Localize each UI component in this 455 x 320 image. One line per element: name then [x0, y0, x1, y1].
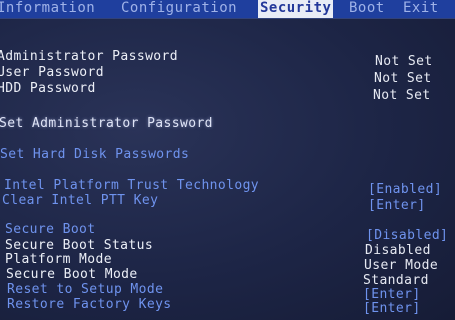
secure-boot-mode-label: Secure Boot Mode	[6, 267, 138, 282]
menu-bar: Information Configuration Security Boot …	[0, 0, 455, 19]
user-password-label: User Password	[0, 65, 104, 80]
set-admin-password-item[interactable]: Set Administrator Password	[0, 116, 213, 131]
intel-ptt-value[interactable]: [Enabled]	[368, 182, 442, 197]
tab-security[interactable]: Security	[258, 0, 334, 18]
tab-configuration[interactable]: Configuration	[121, 0, 237, 18]
secure-boot-mode-value: Standard	[363, 273, 429, 288]
tab-boot[interactable]: Boot	[349, 0, 385, 18]
platform-mode-value: User Mode	[364, 258, 439, 273]
intel-ptt-label[interactable]: Intel Platform Trust Technology	[4, 178, 259, 193]
hdd-password-value: Not Set	[373, 88, 431, 103]
set-hdd-passwords-item[interactable]: Set Hard Disk Passwords	[0, 147, 189, 162]
restore-factory-keys-value[interactable]: [Enter]	[363, 301, 421, 316]
platform-mode-label: Platform Mode	[5, 252, 112, 267]
admin-password-value: Not Set	[375, 54, 433, 69]
secure-boot-value[interactable]: [Disabled]	[366, 228, 448, 243]
hdd-password-label: HDD Password	[0, 81, 96, 96]
user-password-value: Not Set	[374, 71, 432, 86]
reset-setup-mode-label[interactable]: Reset to Setup Mode	[7, 282, 163, 297]
tab-exit[interactable]: Exit	[403, 0, 439, 18]
reset-setup-mode-value[interactable]: [Enter]	[363, 287, 421, 302]
bios-screen: Information Configuration Security Boot …	[0, 0, 455, 320]
tab-information[interactable]: Information	[0, 0, 95, 18]
secure-boot-status-label: Secure Boot Status	[5, 238, 154, 253]
clear-ptt-key-value[interactable]: [Enter]	[368, 198, 426, 213]
secure-boot-status-value: Disabled	[365, 243, 431, 258]
admin-password-label: Administrator Password	[0, 49, 178, 64]
secure-boot-label[interactable]: Secure Boot	[5, 222, 96, 237]
menu-divider	[0, 18, 455, 19]
restore-factory-keys-label[interactable]: Restore Factory Keys	[7, 297, 172, 312]
clear-ptt-key-label[interactable]: Clear Intel PTT Key	[2, 193, 158, 208]
